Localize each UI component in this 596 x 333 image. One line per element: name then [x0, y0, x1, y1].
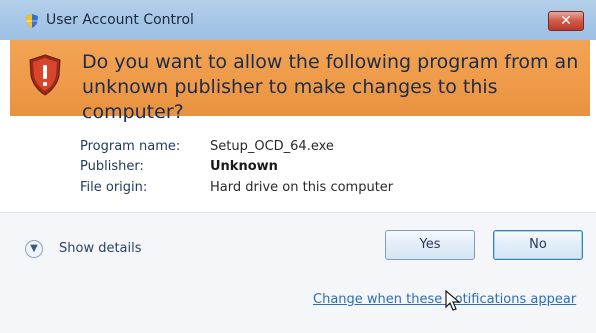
uac-shield-icon [26, 14, 38, 28]
uac-dialog: User Account Control ✕ Do you want to al… [0, 0, 596, 333]
file-origin-label: File origin: [80, 180, 148, 195]
mouse-cursor-icon [445, 290, 461, 311]
publisher-value: Unknown [210, 159, 278, 174]
show-details-label: Show details [59, 241, 142, 256]
program-name-value: Setup_OCD_64.exe [210, 139, 334, 154]
warning-shield-icon [29, 54, 61, 96]
publisher-label: Publisher: [80, 159, 144, 174]
chevron-down-icon: ▼ [25, 240, 43, 258]
uac-question: Do you want to allow the following progr… [82, 51, 579, 123]
title-bar: User Account Control ✕ [0, 0, 596, 40]
yes-button[interactable]: Yes [385, 230, 475, 260]
no-button[interactable]: No [493, 230, 583, 260]
close-icon: ✕ [560, 13, 572, 29]
file-origin-value: Hard drive on this computer [210, 180, 394, 195]
program-name-label: Program name: [80, 139, 181, 154]
window-title: User Account Control [46, 12, 194, 28]
close-button[interactable]: ✕ [548, 11, 584, 31]
